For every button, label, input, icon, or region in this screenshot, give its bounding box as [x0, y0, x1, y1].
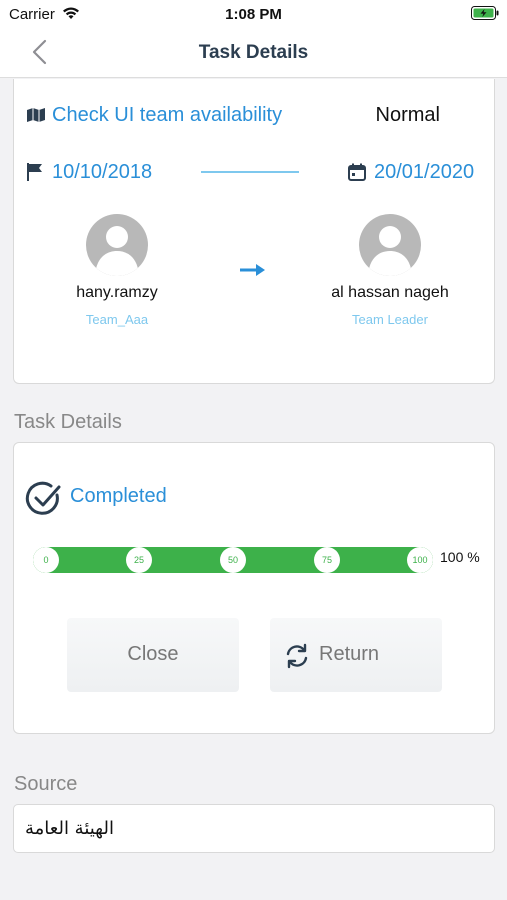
start-date: 10/10/2018: [52, 161, 153, 183]
refresh-icon: [284, 643, 310, 675]
arrow-right-icon: [240, 263, 266, 281]
return-button[interactable]: Return: [270, 618, 442, 692]
calendar-icon: [348, 163, 366, 186]
date-range-line: [201, 171, 299, 173]
navigation-bar: Task Details: [0, 28, 507, 78]
section-label-source: Source: [14, 773, 78, 795]
priority-label: Normal: [375, 104, 440, 126]
flag-icon: [26, 162, 44, 187]
progress-bar: 0 25 50 75 100: [33, 547, 433, 573]
end-date: 20/01/2020: [374, 161, 475, 183]
progress-tick: 100: [407, 547, 433, 573]
progress-tick: 25: [126, 547, 152, 573]
avatar: [86, 214, 148, 276]
to-user-name: al hassan nageh: [331, 284, 449, 301]
to-user-role: Team Leader: [352, 312, 428, 327]
task-title: Check UI team availability: [52, 104, 283, 126]
status-time: 1:08 PM: [225, 6, 282, 23]
task-details-card: Completed 0 25 50 75 100 100 % Close Ret…: [13, 442, 495, 734]
progress-tick: 0: [33, 547, 59, 573]
close-button[interactable]: Close: [67, 618, 239, 692]
close-button-label: Close: [127, 643, 179, 665]
progress-percent: 100 %: [440, 549, 480, 565]
progress-tick: 50: [220, 547, 246, 573]
from-user-team: Team_Aaa: [85, 312, 149, 327]
source-field[interactable]: الهيئة العامة: [13, 804, 495, 853]
task-folder-icon: [26, 107, 46, 128]
source-value: الهيئة العامة: [25, 818, 114, 839]
avatar: [359, 214, 421, 276]
task-summary-card: Check UI team availability Normal 10/10/…: [13, 79, 495, 384]
progress-tick: 75: [314, 547, 340, 573]
task-status: Completed: [70, 485, 167, 507]
battery-charging-icon: [471, 6, 499, 25]
status-bar: Carrier 1:08 PM: [0, 0, 507, 28]
from-user-name: hany.ramzy: [76, 284, 158, 301]
return-button-label: Return: [319, 643, 380, 665]
page-title: Task Details: [198, 42, 309, 63]
check-circle-icon: [24, 479, 64, 524]
section-label-task-details: Task Details: [14, 411, 122, 433]
